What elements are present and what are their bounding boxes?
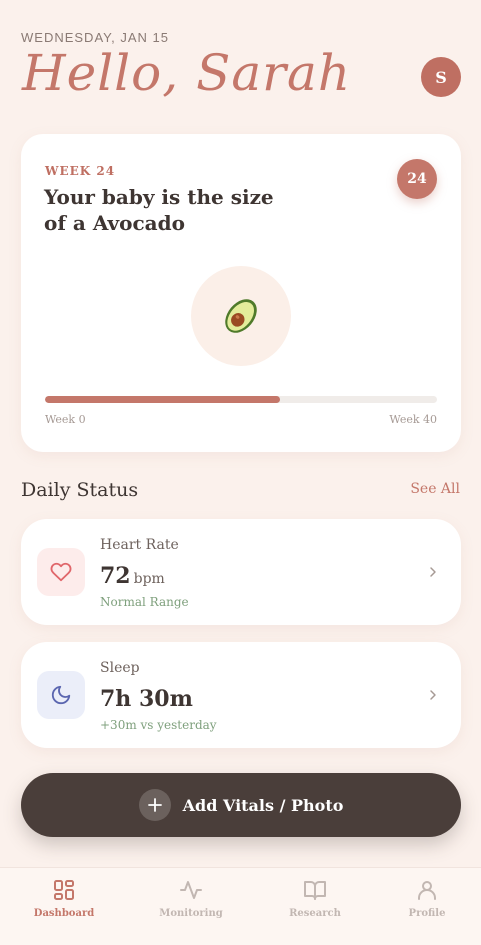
stat-label: Sleep <box>100 660 140 676</box>
progress-start-label: Week 0 <box>45 413 86 426</box>
stat-subtext: +30m vs yesterday <box>100 718 217 732</box>
activity-icon <box>180 881 202 899</box>
chevron-right-icon[interactable] <box>425 564 441 580</box>
see-all-link[interactable]: See All <box>410 481 460 497</box>
pregnancy-card[interactable]: WEEK 24 Your baby is the size of a Avoca… <box>21 134 461 452</box>
heart-icon-box <box>37 548 85 596</box>
user-icon <box>418 881 436 900</box>
grid-icon <box>54 880 74 900</box>
progress-end-label: Week 40 <box>389 413 437 426</box>
date-label: WEDNESDAY, JAN 15 <box>21 30 170 45</box>
fruit-circle <box>191 266 291 366</box>
plus-icon <box>147 798 162 812</box>
heart-rate-card[interactable]: Heart Rate 72 bpm Normal Range <box>21 519 461 625</box>
nav-item-dashboard[interactable]: Dashboard <box>24 878 104 919</box>
daily-status-title: Daily Status <box>21 479 139 501</box>
nav-label: Monitoring <box>159 908 223 919</box>
sleep-card[interactable]: Sleep 7h 30m +30m vs yesterday <box>21 642 461 748</box>
week-label: WEEK 24 <box>45 164 116 178</box>
week-badge: 24 <box>397 159 437 199</box>
add-vitals-label: Add Vitals / Photo <box>182 795 344 815</box>
book-icon <box>304 881 326 900</box>
stat-subtext: Normal Range <box>100 595 189 609</box>
stat-value-row: 7h 30m <box>100 686 193 712</box>
add-vitals-button[interactable]: Add Vitals / Photo <box>21 773 461 837</box>
stat-value: 7h 30m <box>100 686 193 712</box>
stat-label: Heart Rate <box>100 537 179 553</box>
nav-label: Dashboard <box>33 908 95 919</box>
stat-value-row: 72 bpm <box>100 563 165 589</box>
nav-item-monitoring[interactable]: Monitoring <box>151 878 231 919</box>
moon-icon-box <box>37 671 85 719</box>
avocado-icon <box>225 299 257 333</box>
week-badge-number: 24 <box>407 171 427 187</box>
stat-value: 72 <box>100 563 131 589</box>
nav-item-research[interactable]: Research <box>275 878 355 919</box>
plus-icon-circle <box>138 789 171 821</box>
avatar-initial: S <box>435 67 447 87</box>
pregnancy-progress-fill <box>45 396 281 403</box>
avatar[interactable]: S <box>421 57 461 97</box>
nav-label: Profile <box>408 908 446 919</box>
pregnancy-progress-bar <box>45 396 437 403</box>
nav-item-profile[interactable]: Profile <box>387 878 467 919</box>
stat-unit: bpm <box>133 571 165 587</box>
chevron-right-icon[interactable] <box>425 687 441 703</box>
baby-size-text: Your baby is the size of a Avocado <box>44 185 274 235</box>
greeting-title: Hello, Sarah <box>22 44 352 102</box>
bottom-nav: Dashboard Monitoring Research Profile <box>0 867 481 945</box>
moon-icon <box>51 685 71 705</box>
heart-icon <box>50 562 72 582</box>
nav-label: Research <box>289 908 341 919</box>
